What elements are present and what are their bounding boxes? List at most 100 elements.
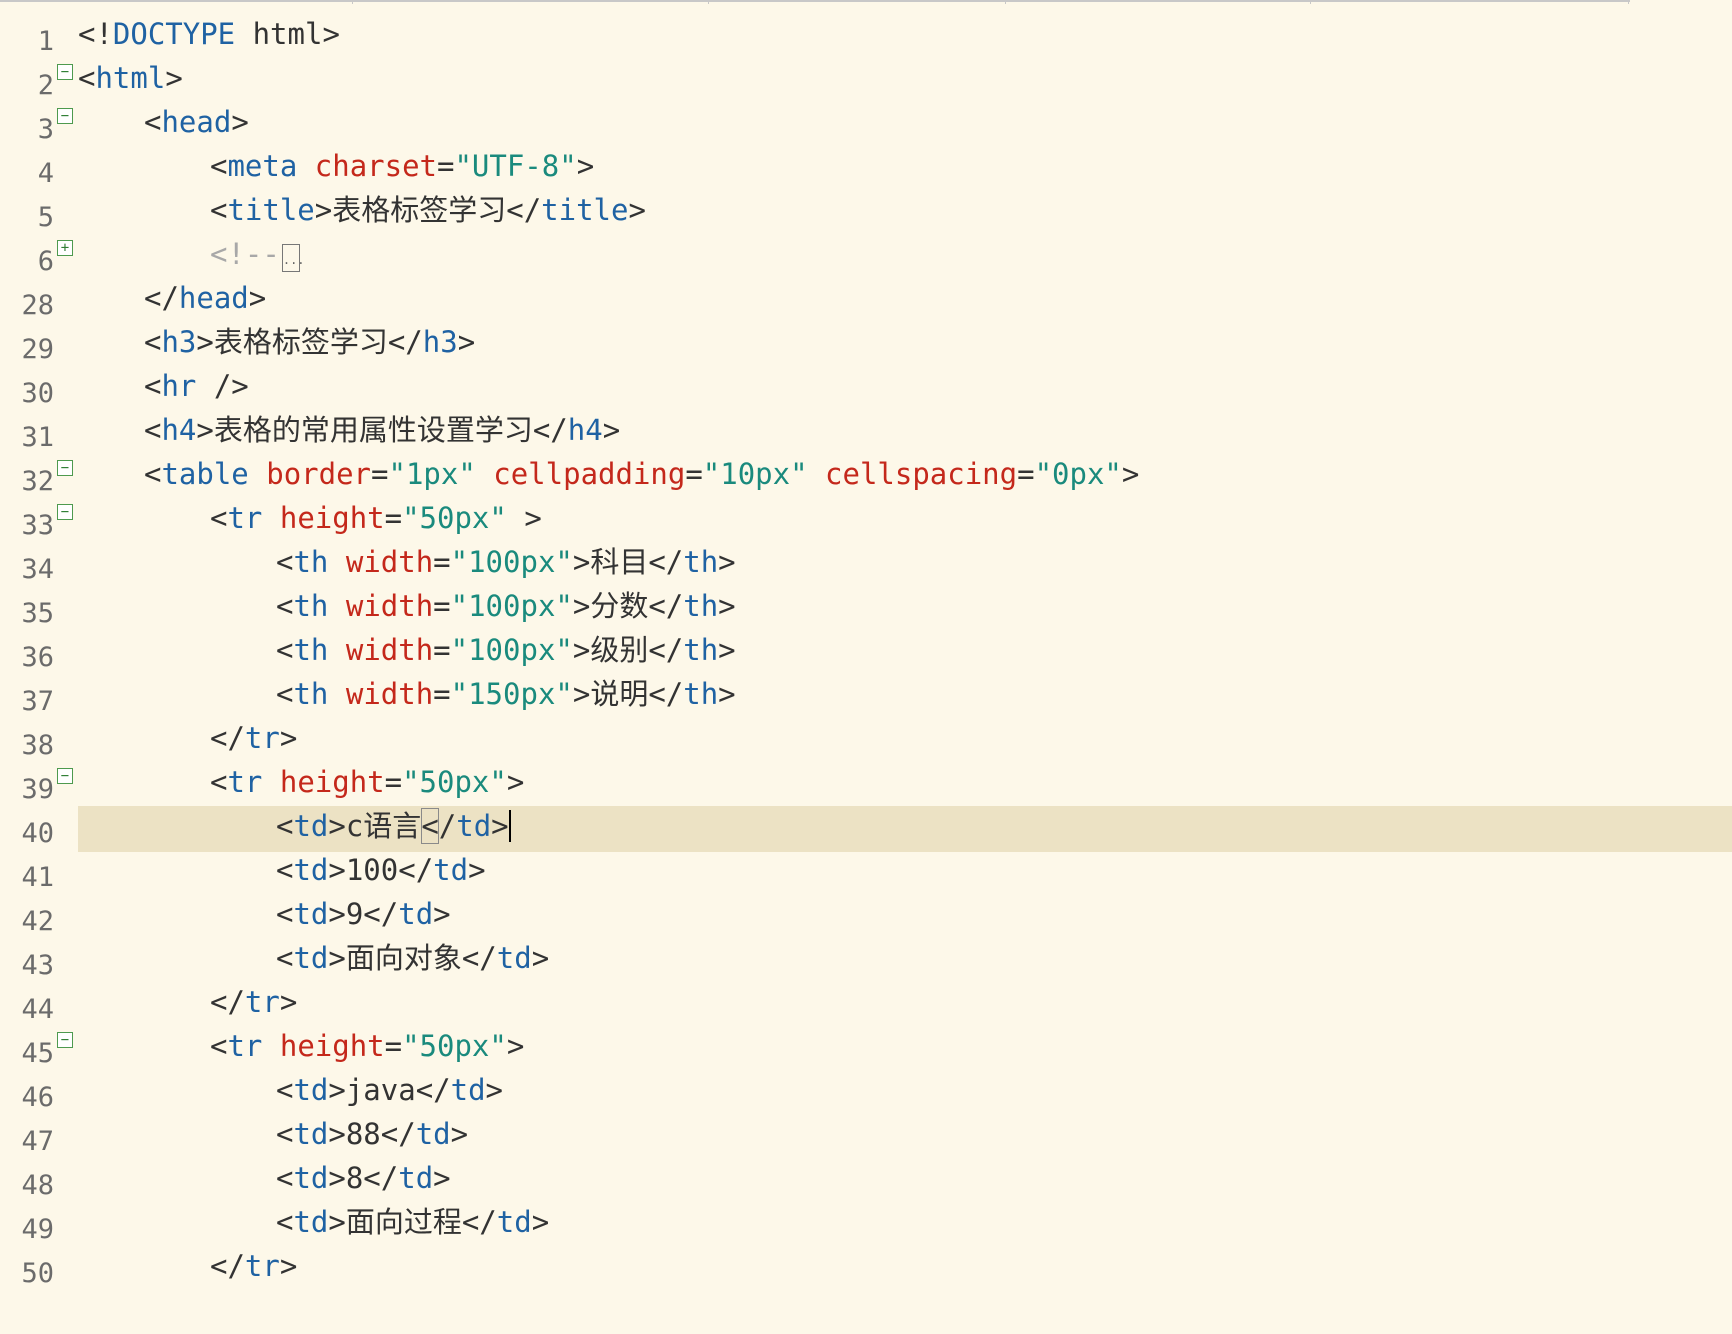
- code-line[interactable]: 49 <td>面向过程</td>: [0, 1202, 1732, 1248]
- code-text[interactable]: <!--...: [210, 236, 305, 272]
- code-token: h4: [161, 413, 197, 447]
- code-text[interactable]: <td>面向对象</td>: [276, 940, 549, 976]
- code-text[interactable]: <td>java</td>: [276, 1072, 503, 1108]
- code-token: th: [683, 677, 719, 711]
- line-number: 38: [21, 730, 54, 761]
- code-line[interactable]: 33− <tr height="50px" >: [0, 498, 1732, 544]
- code-token: th: [683, 589, 719, 623]
- code-text[interactable]: </tr>: [210, 1248, 297, 1284]
- code-line[interactable]: 4 <meta charset="UTF-8">: [0, 146, 1732, 192]
- collapse-fold-icon[interactable]: −: [57, 460, 73, 476]
- collapse-fold-icon[interactable]: −: [57, 768, 73, 784]
- code-line[interactable]: 42 <td>9</td>: [0, 894, 1732, 940]
- collapse-fold-icon[interactable]: −: [57, 504, 73, 520]
- code-token: html>: [235, 17, 340, 51]
- code-text[interactable]: <html>: [78, 60, 183, 96]
- code-line[interactable]: 6 + <!--...: [0, 234, 1732, 280]
- code-line[interactable]: 2− <html>: [0, 58, 1732, 104]
- collapse-fold-icon[interactable]: −: [57, 64, 73, 80]
- code-line[interactable]: 50 </tr>: [0, 1246, 1732, 1292]
- code-token: <: [276, 897, 294, 931]
- code-text[interactable]: <meta charset="UTF-8">: [210, 148, 594, 184]
- line-number: 49: [21, 1214, 54, 1245]
- code-text[interactable]: <th width="150px">说明</th>: [276, 676, 736, 712]
- code-token: >: [506, 765, 525, 799]
- code-token: >科目</: [572, 545, 684, 579]
- line-number: 29: [21, 334, 54, 365]
- expand-fold-icon[interactable]: +: [57, 240, 73, 256]
- code-text[interactable]: </tr>: [210, 720, 297, 756]
- code-line[interactable]: 46 <td>java</td>: [0, 1070, 1732, 1116]
- code-token: meta: [227, 149, 298, 183]
- code-token: >: [531, 941, 550, 975]
- code-text[interactable]: <th width="100px">科目</th>: [276, 544, 736, 580]
- collapse-fold-icon[interactable]: −: [57, 1032, 73, 1048]
- code-text[interactable]: <td>c语言</td>: [276, 808, 511, 844]
- code-token: <: [210, 501, 228, 535]
- code-token: DOCTYPE: [112, 17, 236, 51]
- code-text[interactable]: <title>表格标签学习</title>: [210, 192, 646, 228]
- code-token: =: [433, 589, 451, 623]
- code-token: "150px": [450, 677, 573, 711]
- code-text[interactable]: <h4>表格的常用属性设置学习</h4>: [144, 412, 620, 448]
- code-text[interactable]: <tr height="50px" >: [210, 500, 542, 536]
- code-token: >说明</: [572, 677, 684, 711]
- code-line[interactable]: 45− <tr height="50px">: [0, 1026, 1732, 1072]
- code-token: td: [398, 897, 434, 931]
- code-token: <: [276, 1073, 294, 1107]
- code-line[interactable]: 48 <td>8</td>: [0, 1158, 1732, 1204]
- code-text[interactable]: <tr height="50px">: [210, 764, 524, 800]
- code-line[interactable]: 40 <td>c语言</td>: [0, 806, 1732, 852]
- code-text[interactable]: <td>100</td>: [276, 852, 486, 888]
- code-line[interactable]: 29 <h3>表格标签学习</h3>: [0, 322, 1732, 368]
- code-line[interactable]: 43 <td>面向对象</td>: [0, 938, 1732, 984]
- code-line[interactable]: 36 <th width="100px">级别</th>: [0, 630, 1732, 676]
- code-token: th: [293, 545, 329, 579]
- code-token: h3: [422, 325, 458, 359]
- code-token: >8</: [328, 1161, 399, 1195]
- code-line[interactable]: 47 <td>88</td>: [0, 1114, 1732, 1160]
- line-number: 41: [21, 862, 54, 893]
- code-editor[interactable]: 1 <!DOCTYPE html> 2− <html> 3− <head> 4 <meta c…: [0, 0, 1732, 1334]
- code-token: td: [456, 809, 492, 843]
- code-line[interactable]: 41 <td>100</td>: [0, 850, 1732, 896]
- code-line[interactable]: 35 <th width="100px">分数</th>: [0, 586, 1732, 632]
- code-text[interactable]: </head>: [144, 280, 266, 316]
- code-token: tr: [244, 985, 280, 1019]
- code-text[interactable]: <head>: [144, 104, 249, 140]
- code-line[interactable]: 1 <!DOCTYPE html>: [0, 14, 1732, 60]
- code-token: </: [210, 985, 245, 1019]
- code-line[interactable]: 5 <title>表格标签学习</title>: [0, 190, 1732, 236]
- code-token: >: [1121, 457, 1140, 491]
- code-text[interactable]: </tr>: [210, 984, 297, 1020]
- code-text[interactable]: <th width="100px">级别</th>: [276, 632, 736, 668]
- code-text[interactable]: <hr />: [144, 368, 249, 404]
- collapsed-region-marker[interactable]: ...: [281, 244, 305, 272]
- code-line[interactable]: 37 <th width="150px">说明</th>: [0, 674, 1732, 720]
- code-line[interactable]: 44 </tr>: [0, 982, 1732, 1028]
- code-line[interactable]: 32− <table border="1px" cellpadding="10px…: [0, 454, 1732, 500]
- code-line[interactable]: 30 <hr />: [0, 366, 1732, 412]
- line-number: 43: [21, 950, 54, 981]
- code-token: >: [718, 589, 736, 623]
- code-text[interactable]: <!DOCTYPE html>: [78, 16, 340, 52]
- code-text[interactable]: <td>8</td>: [276, 1160, 451, 1196]
- code-text[interactable]: <td>面向过程</td>: [276, 1204, 549, 1240]
- code-text[interactable]: <th width="100px">分数</th>: [276, 588, 736, 624]
- collapse-fold-icon[interactable]: −: [57, 108, 73, 124]
- code-line[interactable]: 34 <th width="100px">科目</th>: [0, 542, 1732, 588]
- code-text[interactable]: <tr height="50px">: [210, 1028, 524, 1064]
- code-text[interactable]: <td>9</td>: [276, 896, 451, 932]
- code-text[interactable]: <h3>表格标签学习</h3>: [144, 324, 475, 360]
- code-line[interactable]: 28 </head>: [0, 278, 1732, 324]
- code-line[interactable]: 38 </tr>: [0, 718, 1732, 764]
- code-line[interactable]: 39− <tr height="50px">: [0, 762, 1732, 808]
- code-line[interactable]: 3− <head>: [0, 102, 1732, 148]
- code-line[interactable]: 31 <h4>表格的常用属性设置学习</h4>: [0, 410, 1732, 456]
- code-text[interactable]: <table border="1px" cellpadding="10px" c…: [144, 456, 1139, 492]
- code-token: <: [276, 545, 294, 579]
- code-text[interactable]: <td>88</td>: [276, 1116, 468, 1152]
